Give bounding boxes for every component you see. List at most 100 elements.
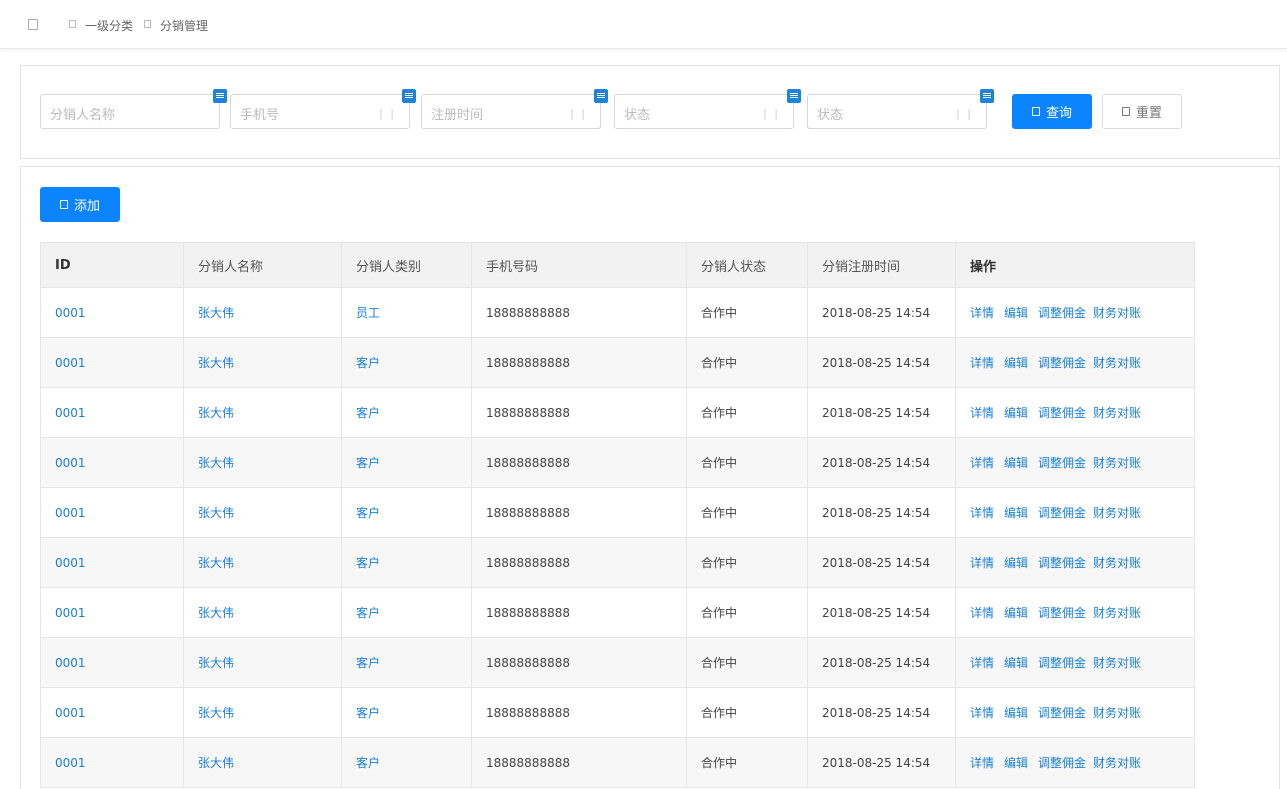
column-header: 分销人类别 (342, 243, 472, 287)
time-cell: 2018-08-25 14:54 (808, 438, 956, 487)
name-link[interactable]: 张大伟 (184, 288, 342, 337)
adjust-commission-link[interactable]: 调整佣金 (1038, 604, 1086, 621)
detail-link[interactable]: 详情 (970, 404, 994, 421)
type-link[interactable]: 客户 (342, 438, 472, 487)
id-link[interactable]: 0001 (41, 438, 184, 487)
id-link[interactable]: 0001 (41, 488, 184, 537)
edit-link[interactable]: 编辑 (1004, 554, 1028, 571)
name-link[interactable]: 张大伟 (184, 338, 342, 387)
name-link[interactable]: 张大伟 (184, 438, 342, 487)
type-link[interactable]: 客户 (342, 638, 472, 687)
type-link[interactable]: 客户 (342, 388, 472, 437)
detail-link[interactable]: 详情 (970, 354, 994, 371)
reconcile-link[interactable]: 财务对账 (1093, 654, 1141, 671)
phone-select[interactable]: 手机号 | | (230, 94, 410, 129)
name-link[interactable]: 张大伟 (184, 388, 342, 437)
phone-cell: 18888888888 (472, 488, 687, 537)
menu-toggle-icon[interactable] (28, 19, 38, 30)
status-select-2[interactable]: 状态 | | (807, 94, 987, 129)
reconcile-link[interactable]: 财务对账 (1093, 454, 1141, 471)
edit-link[interactable]: 编辑 (1004, 504, 1028, 521)
detail-link[interactable]: 详情 (970, 604, 994, 621)
name-link[interactable]: 张大伟 (184, 638, 342, 687)
adjust-commission-link[interactable]: 调整佣金 (1038, 504, 1086, 521)
actions-cell: 详情 编辑 调整佣金 财务对账 (956, 588, 1194, 637)
detail-link[interactable]: 详情 (970, 304, 994, 321)
edit-link[interactable]: 编辑 (1004, 454, 1028, 471)
detail-link[interactable]: 详情 (970, 554, 994, 571)
time-cell: 2018-08-25 14:54 (808, 488, 956, 537)
adjust-commission-link[interactable]: 调整佣金 (1038, 304, 1086, 321)
reconcile-link[interactable]: 财务对账 (1093, 354, 1141, 371)
edit-link[interactable]: 编辑 (1004, 754, 1028, 771)
id-link[interactable]: 0001 (41, 338, 184, 387)
id-link[interactable]: 0001 (41, 738, 184, 787)
reconcile-link[interactable]: 财务对账 (1093, 754, 1141, 771)
time-cell: 2018-08-25 14:54 (808, 638, 956, 687)
adjust-commission-link[interactable]: 调整佣金 (1038, 704, 1086, 721)
name-link[interactable]: 张大伟 (184, 488, 342, 537)
id-link[interactable]: 0001 (41, 538, 184, 587)
table-row: 0001 张大伟 客户 18888888888 合作中 2018-08-25 14:54 详… (41, 738, 1194, 788)
phone-cell: 18888888888 (472, 438, 687, 487)
phone-cell: 18888888888 (472, 588, 687, 637)
phone-cell: 18888888888 (472, 638, 687, 687)
adjust-commission-link[interactable]: 调整佣金 (1038, 404, 1086, 421)
id-link[interactable]: 0001 (41, 288, 184, 337)
type-link[interactable]: 客户 (342, 338, 472, 387)
detail-link[interactable]: 详情 (970, 654, 994, 671)
edit-link[interactable]: 编辑 (1004, 704, 1028, 721)
detail-link[interactable]: 详情 (970, 704, 994, 721)
adjust-commission-link[interactable]: 调整佣金 (1038, 354, 1086, 371)
adjust-commission-link[interactable]: 调整佣金 (1038, 654, 1086, 671)
type-link[interactable]: 客户 (342, 488, 472, 537)
edit-link[interactable]: 编辑 (1004, 304, 1028, 321)
reconcile-link[interactable]: 财务对账 (1093, 404, 1141, 421)
edit-link[interactable]: 编辑 (1004, 404, 1028, 421)
detail-link[interactable]: 详情 (970, 454, 994, 471)
register-time-select[interactable]: 注册时间 | | (421, 94, 601, 129)
reconcile-link[interactable]: 财务对账 (1093, 504, 1141, 521)
detail-link[interactable]: 详情 (970, 504, 994, 521)
actions-cell: 详情 编辑 调整佣金 财务对账 (956, 288, 1194, 337)
detail-link[interactable]: 详情 (970, 754, 994, 771)
table-header: ID 分销人名称 分销人类别 手机号码 分销人状态 分销注册时间 操作 (41, 242, 1194, 288)
type-link[interactable]: 客户 (342, 538, 472, 587)
type-link[interactable]: 客户 (342, 588, 472, 637)
reset-button[interactable]: 重置 (1102, 94, 1182, 129)
name-link[interactable]: 张大伟 (184, 738, 342, 787)
id-link[interactable]: 0001 (41, 688, 184, 737)
reconcile-link[interactable]: 财务对账 (1093, 554, 1141, 571)
id-link[interactable]: 0001 (41, 638, 184, 687)
status-cell: 合作中 (687, 338, 808, 387)
query-button[interactable]: 查询 (1012, 94, 1092, 129)
name-link[interactable]: 张大伟 (184, 688, 342, 737)
reconcile-link[interactable]: 财务对账 (1093, 604, 1141, 621)
reconcile-link[interactable]: 财务对账 (1093, 704, 1141, 721)
time-cell: 2018-08-25 14:54 (808, 588, 956, 637)
actions-cell: 详情 编辑 调整佣金 财务对账 (956, 488, 1194, 537)
add-button[interactable]: 添加 (40, 187, 120, 222)
type-link[interactable]: 客户 (342, 738, 472, 787)
type-link[interactable]: 客户 (342, 688, 472, 737)
actions-cell: 详情 编辑 调整佣金 财务对账 (956, 738, 1194, 787)
column-header: 分销人名称 (184, 243, 342, 287)
id-link[interactable]: 0001 (41, 388, 184, 437)
reconcile-link[interactable]: 财务对账 (1093, 304, 1141, 321)
adjust-commission-link[interactable]: 调整佣金 (1038, 754, 1086, 771)
distributor-name-input[interactable]: 分销人名称 (40, 94, 220, 129)
name-link[interactable]: 张大伟 (184, 588, 342, 637)
adjust-commission-link[interactable]: 调整佣金 (1038, 454, 1086, 471)
phone-cell: 18888888888 (472, 738, 687, 787)
id-link[interactable]: 0001 (41, 588, 184, 637)
edit-link[interactable]: 编辑 (1004, 354, 1028, 371)
edit-link[interactable]: 编辑 (1004, 654, 1028, 671)
type-link[interactable]: 员工 (342, 288, 472, 337)
adjust-commission-link[interactable]: 调整佣金 (1038, 554, 1086, 571)
breadcrumb-item-current: 分销管理 (160, 19, 209, 33)
breadcrumb-item-category[interactable]: 一级分类 (85, 17, 133, 34)
column-header: 手机号码 (472, 243, 687, 287)
status-select[interactable]: 状态 | | (614, 94, 794, 129)
name-link[interactable]: 张大伟 (184, 538, 342, 587)
edit-link[interactable]: 编辑 (1004, 604, 1028, 621)
